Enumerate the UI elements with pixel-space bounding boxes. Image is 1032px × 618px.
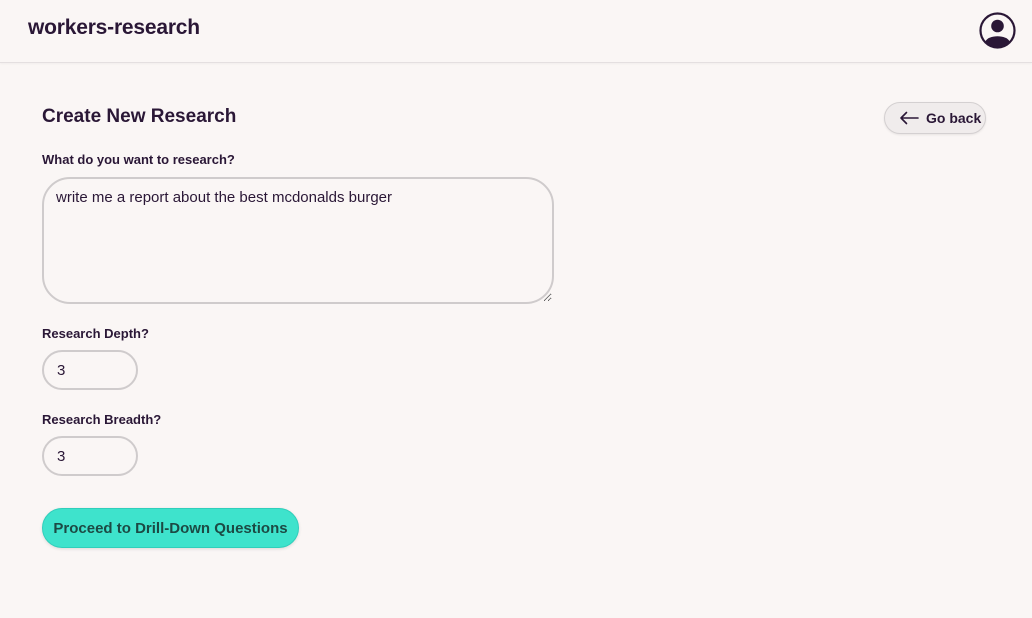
go-back-button[interactable]: Go back — [884, 102, 986, 134]
research-topic-textarea[interactable]: write me a report about the best mcdonal… — [42, 177, 554, 304]
depth-label: Research Depth? — [42, 326, 149, 341]
proceed-button[interactable]: Proceed to Drill-Down Questions — [42, 508, 299, 548]
app-title: workers-research — [28, 16, 200, 39]
arrow-left-icon — [900, 111, 919, 125]
go-back-label: Go back — [926, 110, 982, 126]
breadth-label: Research Breadth? — [42, 412, 162, 427]
user-circle-icon[interactable] — [979, 12, 1016, 49]
research-depth-input[interactable] — [42, 350, 138, 390]
top-bar: workers-research — [0, 0, 1032, 63]
research-breadth-input[interactable] — [42, 436, 138, 476]
topic-label: What do you want to research? — [42, 152, 235, 167]
page-title: Create New Research — [42, 106, 237, 127]
